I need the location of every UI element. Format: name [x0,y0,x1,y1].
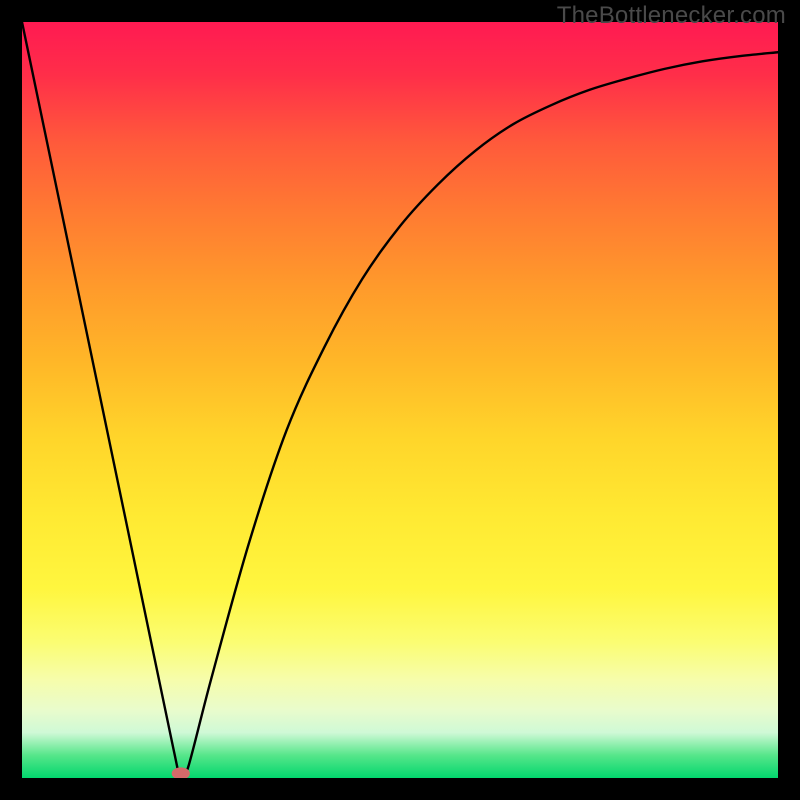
bottleneck-curve [22,22,778,778]
plot-area [22,22,778,778]
chart-container: TheBottlenecker.com [0,0,800,800]
curve-overlay [22,22,778,778]
watermark-text: TheBottlenecker.com [557,2,786,30]
